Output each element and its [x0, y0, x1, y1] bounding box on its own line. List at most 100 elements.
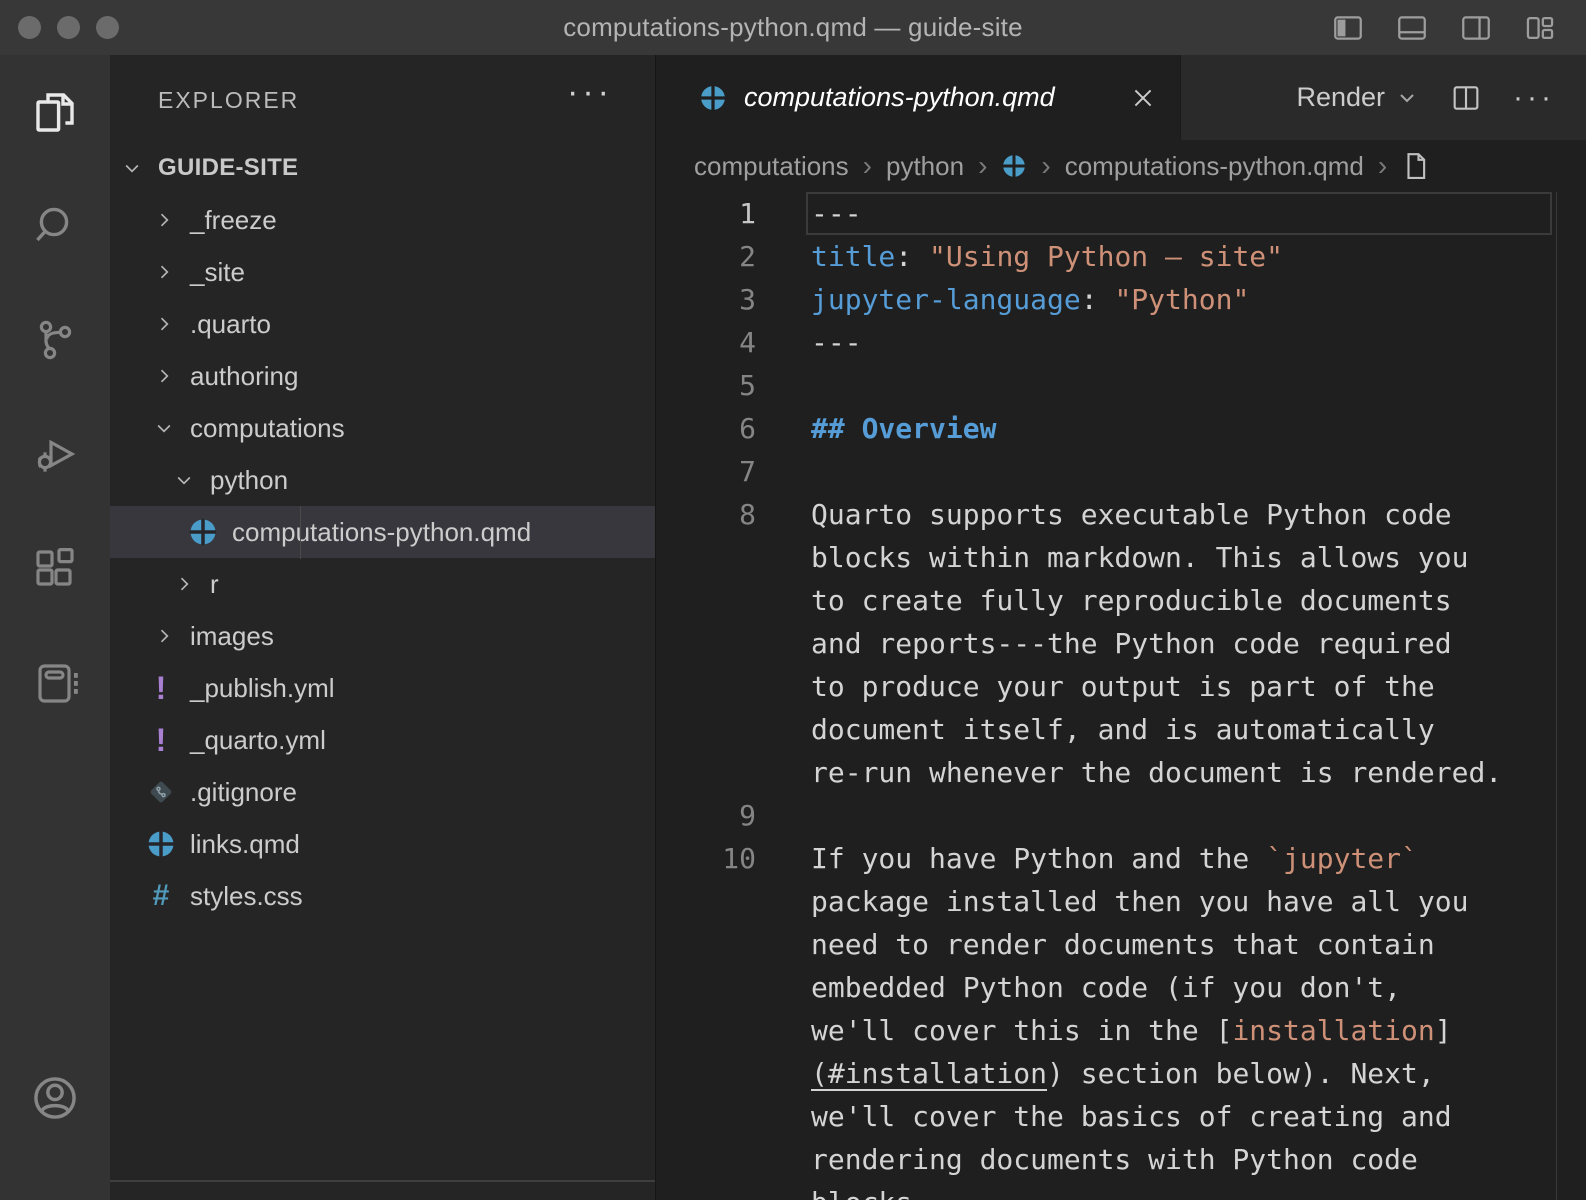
code-editor[interactable]: 1---2title: "Using Python — site"3jupyte…: [656, 192, 1586, 1200]
files-icon: [31, 89, 79, 142]
code-line-content: blocks within markdown. This allows you: [756, 536, 1468, 579]
tree-item-gitignore[interactable]: .gitignore: [110, 766, 655, 818]
toggle-primary-sidebar-icon[interactable]: [1330, 10, 1366, 46]
tree-item-label: images: [190, 621, 274, 652]
line-number: [656, 622, 756, 665]
activity-item-extensions[interactable]: [0, 525, 110, 615]
tree-item-python[interactable]: python: [110, 454, 655, 506]
more-actions-button[interactable]: ···: [1513, 81, 1555, 115]
code-line[interactable]: 7: [656, 450, 1586, 493]
code-line-content: blocks: [756, 1181, 912, 1200]
code-line[interactable]: 3jupyter-language: "Python": [656, 278, 1586, 321]
breadcrumb-item-python[interactable]: python: [886, 151, 964, 182]
code-line[interactable]: re-run whenever the document is rendered…: [656, 751, 1586, 794]
yaml-file-icon: !: [146, 725, 176, 755]
sidebar-title: EXPLORER: [158, 87, 299, 114]
code-line[interactable]: need to render documents that contain: [656, 923, 1586, 966]
line-number: 7: [656, 450, 756, 493]
line-number: [656, 966, 756, 1009]
code-line[interactable]: blocks: [656, 1181, 1586, 1200]
qmd-file-icon[interactable]: [1001, 153, 1027, 179]
tree-item-publish-yml[interactable]: !_publish.yml: [110, 662, 655, 714]
chevron-right-icon: [154, 210, 190, 230]
code-line[interactable]: we'll cover this in the [installation]: [656, 1009, 1586, 1052]
code-link[interactable]: (#installation: [811, 1057, 1047, 1090]
split-editor-button[interactable]: [1449, 81, 1483, 115]
tree-item-freeze[interactable]: _freeze: [110, 194, 655, 246]
sidebar-more-actions-button[interactable]: ···: [567, 73, 613, 112]
code-line[interactable]: 5: [656, 364, 1586, 407]
code-line[interactable]: document itself, and is automatically: [656, 708, 1586, 751]
qmd-file-icon: [698, 83, 728, 113]
tree-item-links-qmd[interactable]: links.qmd: [110, 818, 655, 870]
code-line-content: [756, 794, 811, 837]
tree-item-computations[interactable]: computations: [110, 402, 655, 454]
outline-header[interactable]: OUTLINE: [110, 1182, 655, 1200]
line-number: [656, 1138, 756, 1181]
code-line[interactable]: we'll cover the basics of creating and: [656, 1095, 1586, 1138]
tree-item-r[interactable]: r: [110, 558, 655, 610]
code-line[interactable]: 2title: "Using Python — site": [656, 235, 1586, 278]
line-number: [656, 1009, 756, 1052]
line-number: [656, 923, 756, 966]
tree-item-authoring[interactable]: authoring: [110, 350, 655, 402]
code-line[interactable]: blocks within markdown. This allows you: [656, 536, 1586, 579]
code-line-content: Quarto supports executable Python code: [756, 493, 1452, 536]
tree-item-images[interactable]: images: [110, 610, 655, 662]
tree-item-label: GUIDE-SITE: [158, 154, 298, 182]
extensions-icon: [31, 544, 79, 597]
code-line[interactable]: to produce your output is part of the: [656, 665, 1586, 708]
code-line[interactable]: to create fully reproducible documents: [656, 579, 1586, 622]
code-line[interactable]: 6## Overview: [656, 407, 1586, 450]
code-line-content: need to render documents that contain: [756, 923, 1435, 966]
activity-item-search[interactable]: [0, 183, 110, 273]
code-line-content: (#installation) section below). Next,: [756, 1052, 1435, 1095]
search-icon: [31, 202, 79, 255]
symbol-file-icon[interactable]: [1401, 151, 1431, 181]
chevron-down-icon: [122, 158, 158, 178]
breadcrumb-item-computations-python-qmd[interactable]: computations-python.qmd: [1065, 151, 1364, 182]
toggle-secondary-sidebar-icon[interactable]: [1458, 10, 1494, 46]
activity-item-accounts[interactable]: [0, 1055, 110, 1145]
line-number: [656, 1095, 756, 1138]
code-line[interactable]: 10If you have Python and the `jupyter`: [656, 837, 1586, 880]
activity-item-settings[interactable]: [0, 1190, 110, 1200]
tab-computations-python[interactable]: computations-python.qmd: [656, 55, 1181, 140]
code-line[interactable]: 8Quarto supports executable Python code: [656, 493, 1586, 536]
tree-item-quarto-yml[interactable]: !_quarto.yml: [110, 714, 655, 766]
activity-item-run-and-debug[interactable]: [0, 411, 110, 501]
code-line[interactable]: (#installation) section below). Next,: [656, 1052, 1586, 1095]
code-line[interactable]: 4---: [656, 321, 1586, 364]
breadcrumb-separator: ›: [978, 150, 987, 182]
tree-item-computations-python-qmd[interactable]: computations-python.qmd: [110, 506, 655, 558]
toggle-panel-icon[interactable]: [1394, 10, 1430, 46]
breadcrumb-item-computations[interactable]: computations: [694, 151, 849, 182]
code-line[interactable]: 1---: [656, 192, 1586, 235]
code-line-content: to create fully reproducible documents: [756, 579, 1452, 622]
code-line[interactable]: embedded Python code (if you don't,: [656, 966, 1586, 1009]
tree-item-styles-css[interactable]: #styles.css: [110, 870, 655, 922]
titlebar: computations-python.qmd — guide-site: [0, 0, 1586, 55]
tree-item-guide-site[interactable]: GUIDE-SITE: [110, 142, 655, 194]
code-line-content: title: "Using Python — site": [756, 235, 1283, 278]
activity-item-source-control[interactable]: [0, 297, 110, 387]
tree-item-label: .gitignore: [190, 777, 297, 808]
code-line[interactable]: 9: [656, 794, 1586, 837]
code-line[interactable]: rendering documents with Python code: [656, 1138, 1586, 1181]
chevron-down-icon: [154, 418, 190, 438]
render-button[interactable]: Render: [1296, 82, 1419, 113]
code-line[interactable]: and reports---the Python code required: [656, 622, 1586, 665]
css-file-icon: #: [146, 881, 176, 911]
line-number: 8: [656, 493, 756, 536]
tree-item-label: _site: [190, 257, 245, 288]
activity-item-explorer[interactable]: [0, 70, 110, 160]
tree-item-label: computations: [190, 413, 345, 444]
tree-item-site[interactable]: _site: [110, 246, 655, 298]
activity-item-notebook[interactable]: [0, 640, 110, 730]
code-line[interactable]: package installed then you have all you: [656, 880, 1586, 923]
tree-item-label: authoring: [190, 361, 298, 392]
customize-layout-icon[interactable]: [1522, 10, 1558, 46]
tab-close-icon[interactable]: [1128, 83, 1158, 113]
tree-item-quarto[interactable]: .quarto: [110, 298, 655, 350]
scrollbar-gutter[interactable]: [1556, 192, 1557, 1200]
